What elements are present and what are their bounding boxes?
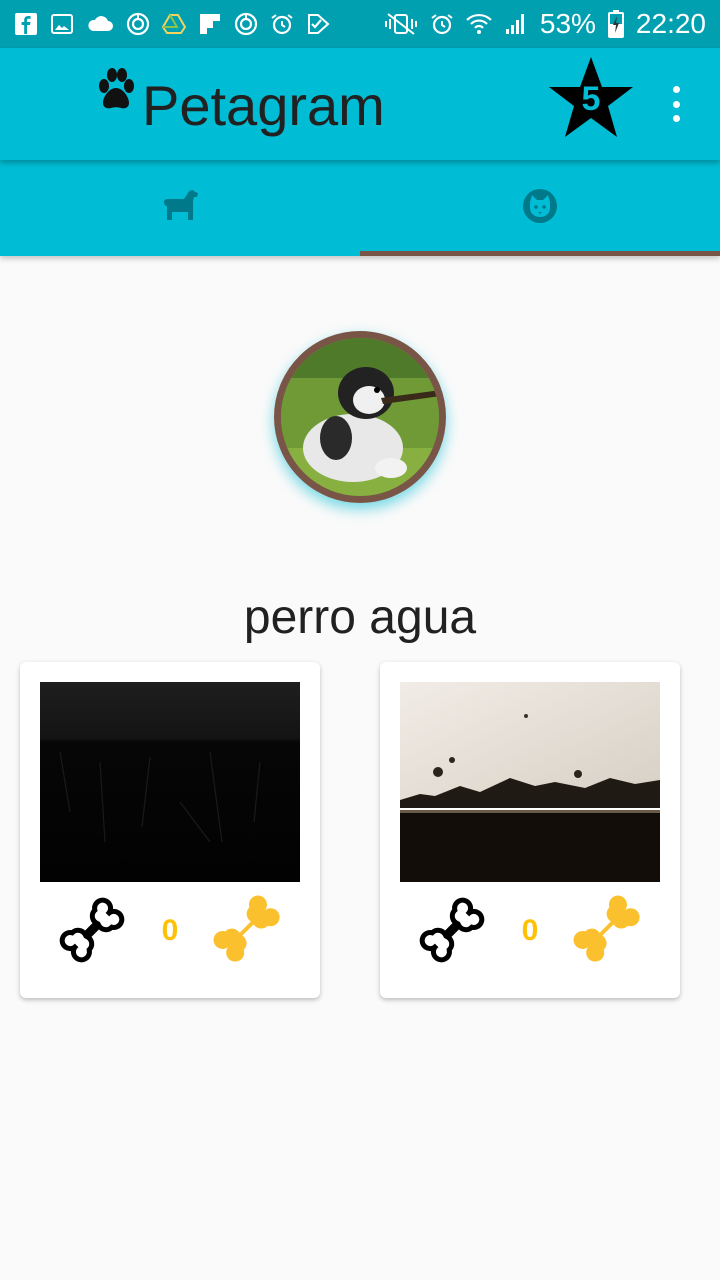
app-bar: Petagram 5: [0, 48, 720, 160]
profile-avatar[interactable]: [274, 331, 446, 503]
photo-card[interactable]: 0: [20, 662, 320, 998]
notification-icons: [14, 12, 330, 36]
pet-photo[interactable]: [400, 682, 660, 882]
more-vert-icon[interactable]: [664, 86, 688, 122]
facebook-icon: [14, 12, 38, 36]
wifi-icon: [466, 12, 492, 36]
tab-bar: [0, 160, 720, 256]
avatar-photo: [274, 331, 446, 503]
clock: 22:20: [635, 8, 706, 39]
bone-outline-icon[interactable]: [54, 892, 130, 968]
flipboard-icon: [198, 12, 222, 36]
cat-face-icon: [520, 186, 560, 231]
like-count: 0: [161, 914, 179, 947]
sync-icon: [234, 12, 258, 36]
status-bar: 53% 22:20: [0, 0, 720, 48]
paw-icon: [96, 66, 136, 114]
rating-star-button[interactable]: 5: [546, 54, 636, 140]
pet-photo[interactable]: [40, 682, 300, 882]
tab-indicator: [360, 251, 720, 256]
like-count: 0: [521, 914, 539, 947]
checkmark-icon: [306, 12, 330, 36]
tab-dog[interactable]: [0, 160, 360, 256]
gallery-icon: [50, 12, 74, 36]
battery-percentage: 53%: [539, 8, 596, 39]
bone-gold-icon[interactable]: [208, 890, 288, 970]
mute-vibrate-icon: [384, 12, 418, 36]
star-count: 5: [581, 80, 601, 118]
bone-gold-icon[interactable]: [568, 890, 648, 970]
alarm-icon: [430, 12, 454, 36]
photo-card[interactable]: 0: [380, 662, 680, 998]
profile-name: perro agua: [243, 591, 477, 644]
dog-icon: [160, 186, 200, 231]
system-indicators: 53% 22:20: [384, 8, 706, 40]
drive-icon: [162, 12, 186, 36]
cloud-icon: [86, 12, 114, 36]
app-title: Petagram: [142, 74, 385, 137]
alarm-icon: [270, 12, 294, 36]
tab-cat[interactable]: [360, 160, 720, 256]
bone-outline-icon[interactable]: [414, 892, 490, 968]
signal-icon: [504, 12, 528, 36]
battery-icon: [607, 10, 624, 38]
sync-icon: [126, 12, 150, 36]
